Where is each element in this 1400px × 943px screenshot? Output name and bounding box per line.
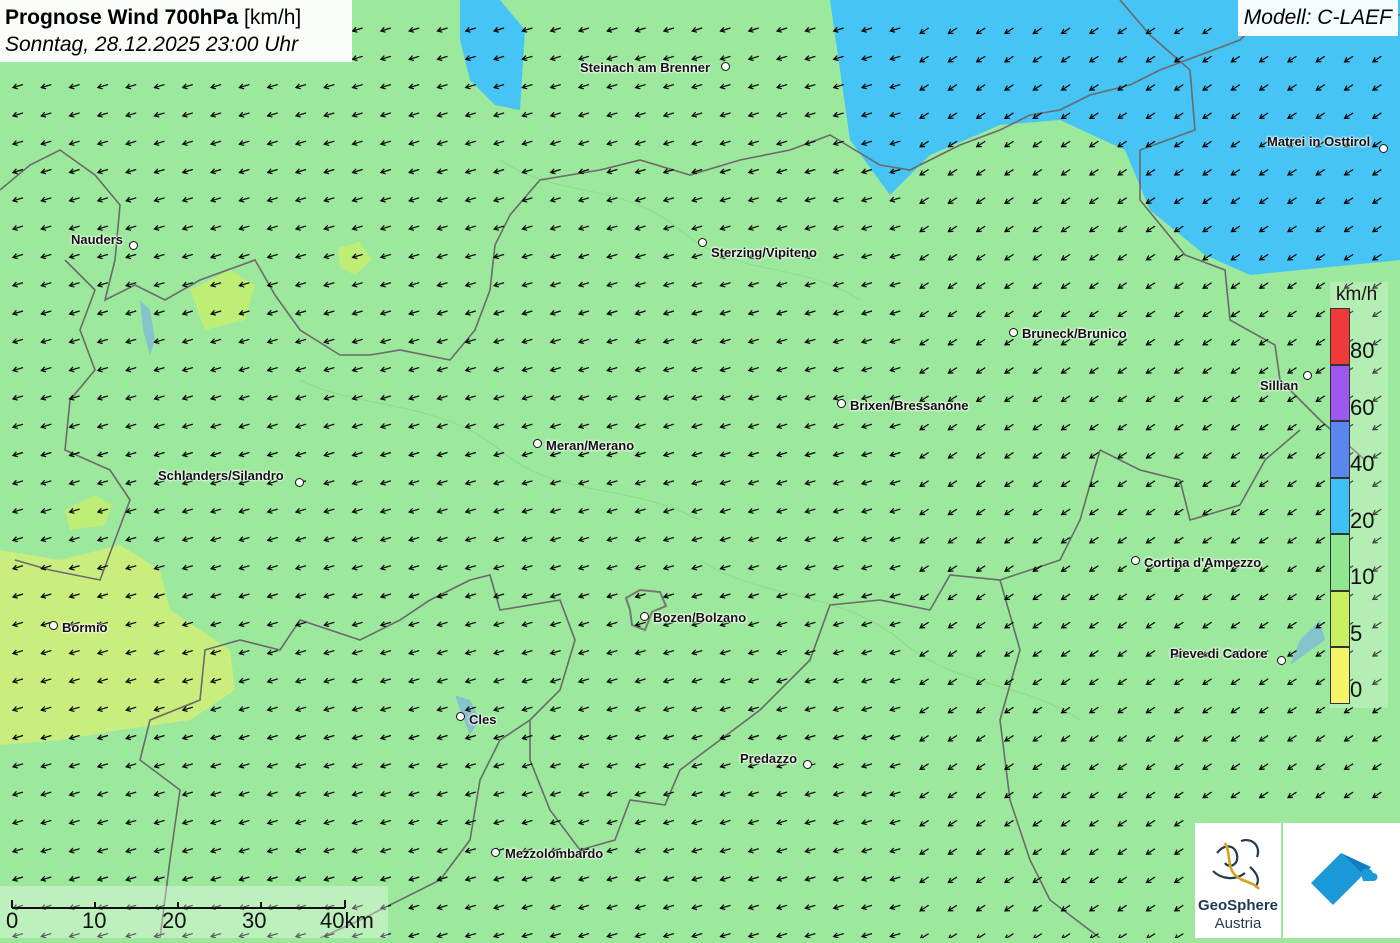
- scale-tick-label: 40km: [320, 908, 374, 933]
- geosphere-logo[interactable]: GeoSphere Austria: [1195, 823, 1281, 938]
- city-label[interactable]: Pieve di Cadore: [1170, 646, 1268, 661]
- legend-tick-label: 10: [1350, 564, 1375, 589]
- city-label[interactable]: Schlanders/Silandro: [158, 468, 284, 483]
- city-label[interactable]: Matrei in Osttirol: [1267, 134, 1370, 149]
- legend-color-bin: [1330, 534, 1350, 591]
- legend-color-bin: [1330, 308, 1350, 365]
- legend-color-bin: [1330, 590, 1350, 647]
- city-marker[interactable]: [1379, 144, 1388, 153]
- city-label[interactable]: Nauders: [71, 232, 123, 247]
- model-label: Modell: C-LAEF: [1237, 0, 1398, 36]
- city-label[interactable]: Bormio: [62, 620, 108, 635]
- city-marker[interactable]: [1303, 371, 1312, 380]
- geosphere-logo-line2: Austria: [1214, 915, 1262, 932]
- legend-color-bin: [1330, 477, 1350, 534]
- city-label[interactable]: Sillian: [1260, 378, 1298, 393]
- map-title-unit: [km/h]: [244, 6, 302, 29]
- city-label[interactable]: Bruneck/Brunico: [1022, 326, 1127, 341]
- legend-tick-label: 60: [1350, 394, 1375, 420]
- geosphere-logo-line1: GeoSphere: [1197, 897, 1279, 914]
- city-label[interactable]: Cles: [469, 712, 496, 727]
- city-label[interactable]: Meran/Merano: [546, 438, 634, 453]
- city-label[interactable]: Cortina d'Ampezzo: [1144, 555, 1261, 570]
- city-marker[interactable]: [640, 612, 649, 621]
- title-box: Prognose Wind 700hPa [km/h] Sonntag, 28.…: [0, 0, 352, 62]
- legend-color-bin: [1330, 364, 1350, 421]
- legend-color-bin: [1330, 421, 1350, 478]
- scale-tick-label: 20: [162, 908, 187, 933]
- city-label[interactable]: Sterzing/Vipiteno: [711, 245, 817, 260]
- scale-tick-label: 0: [6, 908, 19, 933]
- city-marker[interactable]: [533, 439, 542, 448]
- city-marker[interactable]: [837, 399, 846, 408]
- city-label[interactable]: Predazzo: [740, 751, 797, 766]
- scale-tick-label: 10: [82, 908, 107, 933]
- city-marker[interactable]: [129, 241, 138, 250]
- city-marker[interactable]: [1131, 556, 1140, 565]
- geosphere-logo-icon: [1212, 839, 1261, 890]
- city-label[interactable]: Steinach am Brenner: [580, 60, 710, 75]
- scale-tick-label: 30: [242, 908, 267, 933]
- legend-tick-label: 20: [1350, 507, 1375, 533]
- legend-tick-label: 80: [1350, 338, 1375, 363]
- city-label[interactable]: Bozen/Bolzano: [653, 610, 746, 625]
- city-marker[interactable]: [803, 760, 812, 769]
- city-marker[interactable]: [295, 478, 304, 487]
- map-title: Prognose Wind 700hPa [km/h]: [5, 4, 347, 31]
- legend-tick-label: 40: [1350, 451, 1375, 476]
- map-subtitle: Sonntag, 28.12.2025 23:00 Uhr: [5, 33, 299, 56]
- city-marker[interactable]: [491, 848, 500, 857]
- city-marker[interactable]: [698, 238, 707, 247]
- partner-logo[interactable]: [1283, 823, 1400, 938]
- legend-unit: km/h: [1336, 284, 1378, 305]
- city-marker[interactable]: [1009, 328, 1018, 337]
- city-marker[interactable]: [1277, 656, 1286, 665]
- legend-color-bin: [1330, 647, 1350, 704]
- legend-tick-label: 5: [1350, 620, 1363, 646]
- legend-tick-label: 0: [1350, 677, 1363, 702]
- partner-logo-icon: [1311, 853, 1378, 905]
- city-marker[interactable]: [49, 621, 58, 630]
- city-marker[interactable]: [721, 62, 730, 71]
- city-marker[interactable]: [456, 712, 465, 721]
- city-label[interactable]: Mezzolombardo: [505, 846, 603, 861]
- city-label[interactable]: Brixen/Bressanone: [850, 398, 969, 413]
- map-title-main: Prognose Wind 700hPa: [5, 6, 239, 29]
